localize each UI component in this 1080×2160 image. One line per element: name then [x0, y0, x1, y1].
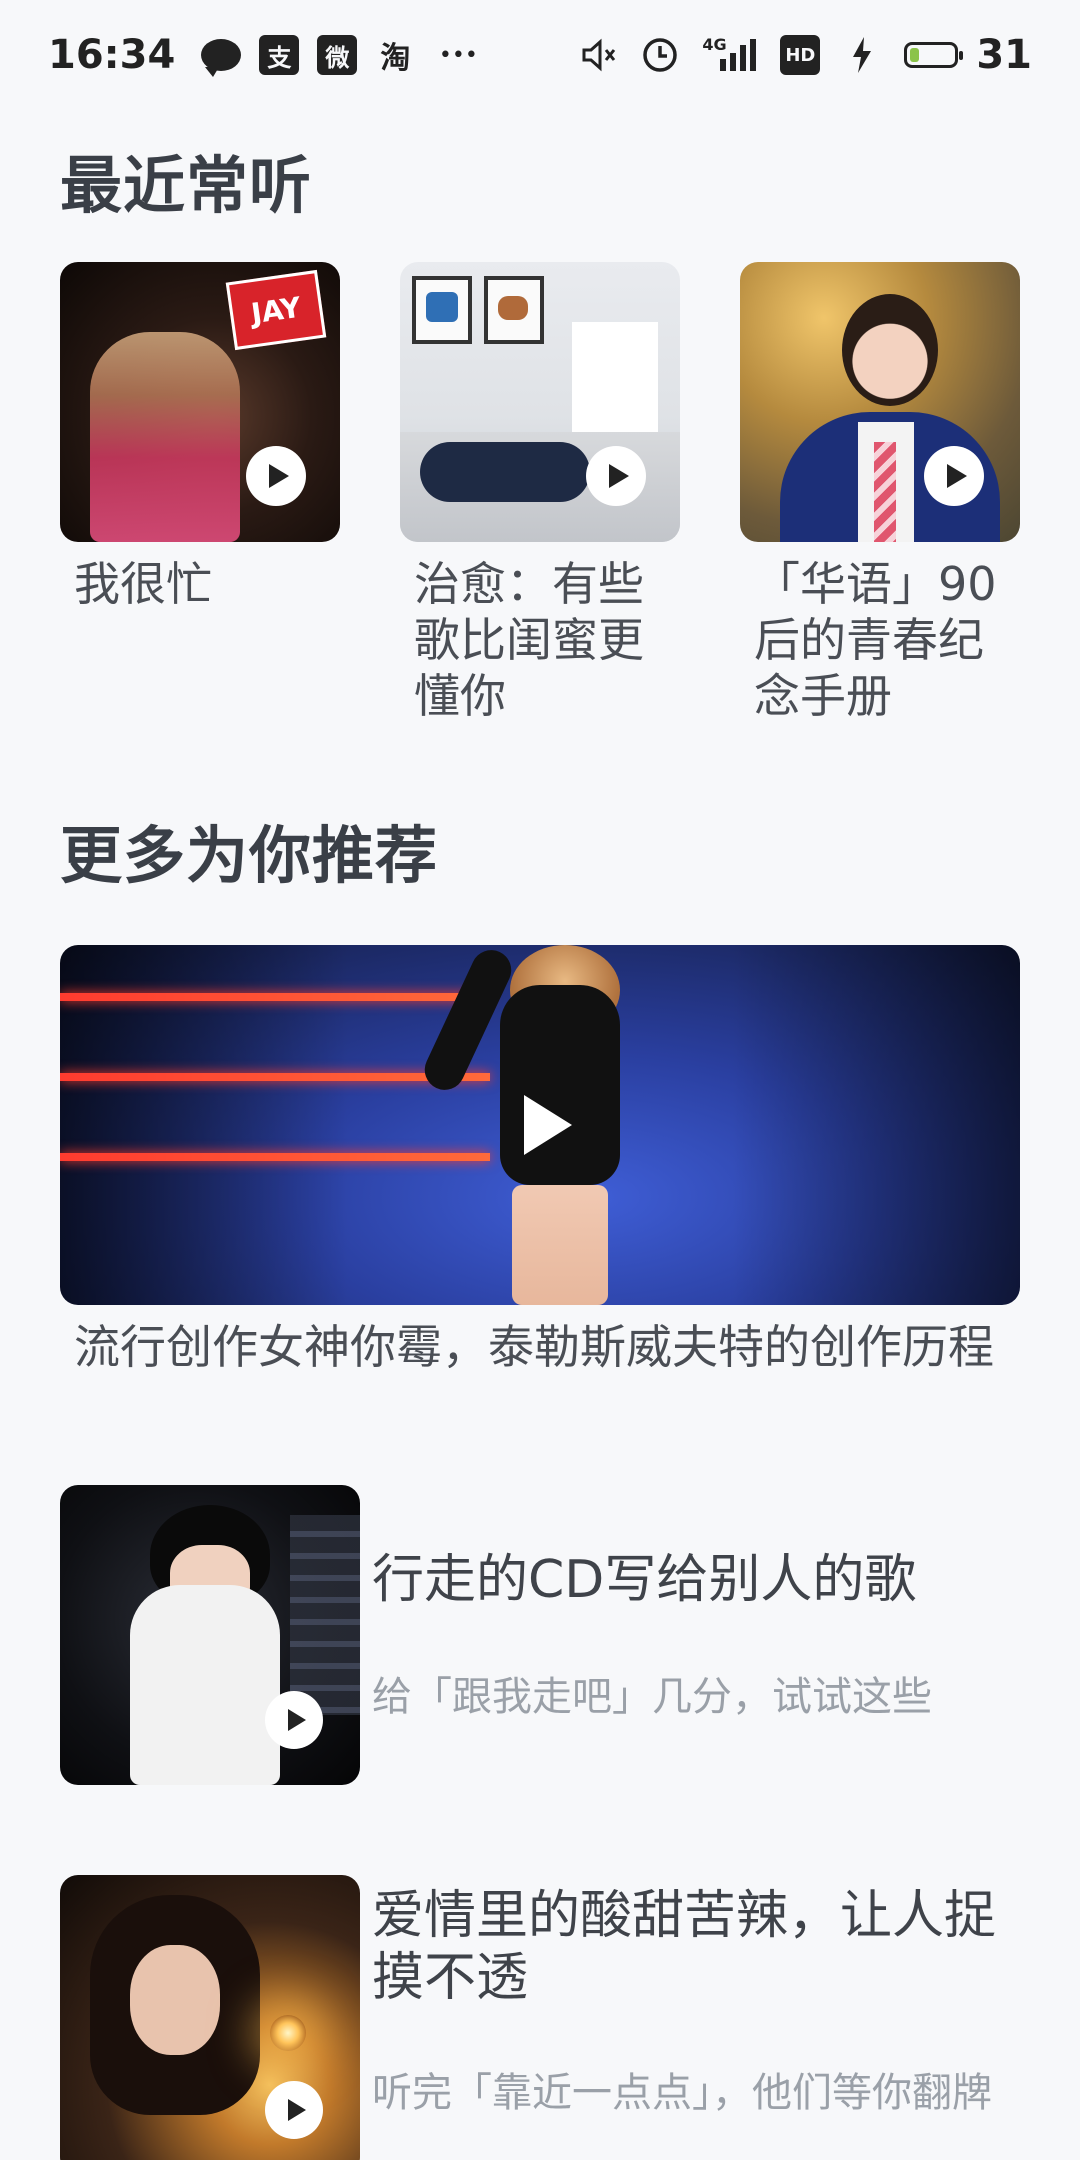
playlist-subtitle: 听完「靠近一点点」，他们等你翻牌 — [372, 2070, 992, 2116]
play-icon[interactable] — [246, 446, 306, 506]
album-title: 我很忙 — [74, 557, 212, 611]
battery-icon — [904, 42, 964, 68]
playlist-title: 行走的CD写给别人的歌 — [372, 1550, 917, 1610]
album-card[interactable]: 治愈：有些歌比闺蜜更懂你 — [400, 262, 680, 724]
album-cover[interactable] — [400, 262, 680, 542]
album-card[interactable]: JAY 我很忙 — [60, 262, 340, 612]
album-card[interactable]: 「华语」90后的青春纪念手册 — [740, 262, 1020, 724]
status-right-group: 4G HD 31 — [556, 32, 1032, 78]
status-time: 16:34 — [48, 32, 176, 78]
weibo-icon: 微 — [317, 35, 358, 75]
play-icon[interactable] — [586, 446, 646, 506]
play-icon[interactable] — [265, 2081, 323, 2139]
status-bar: 16:34 支 微 淘 ••• 4G HD 31 — [0, 0, 1080, 110]
featured-video[interactable] — [60, 945, 1020, 1305]
signal-4g-icon: 4G — [702, 35, 758, 75]
album-title: 治愈：有些歌比闺蜜更懂你 — [414, 557, 644, 723]
alarm-icon — [640, 35, 680, 75]
album-cover[interactable]: JAY — [60, 262, 340, 542]
playlist-title: 爱情里的酸甜苦辣，让人捉摸不透 — [372, 1886, 997, 2008]
hd-icon: HD — [780, 35, 821, 75]
playlist-subtitle: 给「跟我走吧」几分，试试这些 — [372, 1674, 932, 1720]
recent-heading: 最近常听 — [60, 149, 313, 222]
album-badge: JAY — [225, 269, 327, 351]
more-dots-icon: ••• — [438, 42, 478, 68]
featured-video-title[interactable]: 流行创作女神你霉，泰勒斯威夫特的创作历程 — [74, 1318, 1014, 1390]
album-title: 「华语」90后的青春纪念手册 — [754, 557, 997, 723]
charging-icon — [842, 35, 882, 75]
screen: 16:34 支 微 淘 ••• 4G HD 31 最近常听 JAY 我很忙 治愈… — [0, 0, 1080, 2160]
play-icon[interactable] — [524, 1095, 572, 1155]
taobao-icon: 淘 — [380, 41, 411, 76]
play-icon[interactable] — [924, 446, 984, 506]
playlist-thumbnail[interactable] — [60, 1485, 360, 1785]
alipay-icon: 支 — [259, 35, 300, 75]
playlist-item[interactable]: 行走的CD写给别人的歌 给「跟我走吧」几分，试试这些 — [60, 1485, 1020, 1785]
playlist-item[interactable]: 爱情里的酸甜苦辣，让人捉摸不透 听完「靠近一点点」，他们等你翻牌 — [60, 1875, 1020, 2160]
battery-level: 31 — [976, 32, 1032, 78]
recommend-heading: 更多为你推荐 — [60, 819, 439, 892]
mute-icon — [578, 35, 618, 75]
playlist-thumbnail[interactable] — [60, 1875, 360, 2160]
album-cover[interactable] — [740, 262, 1020, 542]
message-icon — [201, 35, 242, 77]
signal-4g-label: 4G — [702, 35, 727, 54]
play-icon[interactable] — [265, 1691, 323, 1749]
